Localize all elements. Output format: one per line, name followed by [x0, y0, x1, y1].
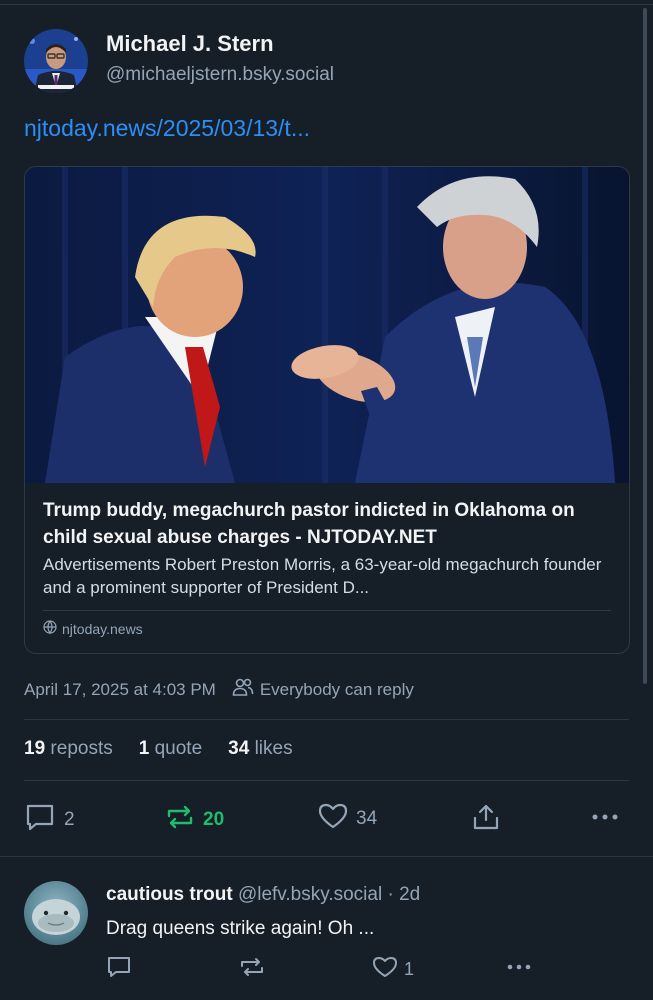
author-handle[interactable]: @michaeljstern.bsky.social [106, 64, 334, 86]
likes-count: 34 [228, 738, 250, 759]
reply-icon [24, 802, 56, 838]
link-preview-domain: njtoday.news [43, 620, 143, 637]
link-preview-domain-text: njtoday.news [62, 620, 143, 637]
post-timestamp: April 17, 2025 at 4:03 PM [24, 679, 216, 699]
top-divider [0, 4, 653, 5]
reply-author-avatar[interactable] [24, 881, 88, 945]
quotes-count: 1 [138, 738, 150, 759]
like-count: 34 [356, 808, 378, 829]
reposts-count: 19 [24, 738, 46, 759]
reply-author-handle[interactable]: @lefv.bsky.social [238, 884, 382, 905]
link-preview-title[interactable]: Trump buddy, megachurch pastor indicted … [43, 497, 613, 551]
repost-icon [165, 802, 195, 838]
like-button[interactable]: 34 [318, 802, 377, 836]
reply-text[interactable]: Drag queens strike again! Oh ... [106, 918, 374, 940]
like-icon [372, 955, 398, 984]
link-preview-description: Advertisements Robert Preston Morris, a … [43, 555, 602, 597]
more-icon [505, 955, 533, 984]
likes-label: likes [254, 738, 293, 759]
repost-icon [239, 955, 265, 984]
reply-setting[interactable]: Everybody can reply [232, 677, 414, 702]
reposts-label: reposts [50, 738, 113, 759]
reply-separator: · [387, 884, 394, 905]
reply-age[interactable]: 2d [399, 884, 420, 905]
reply-icon [106, 955, 132, 984]
likes-stat[interactable]: 34 likes [228, 738, 292, 760]
post-meta: April 17, 2025 at 4:03 PM Everybody can … [24, 677, 414, 702]
people-icon [232, 677, 254, 702]
reply-repost-button[interactable] [239, 955, 265, 984]
card-divider [43, 610, 611, 611]
post-stats: 19 reposts 1 quote 34 likes [24, 738, 293, 760]
reply-like-button[interactable]: 1 [372, 955, 414, 984]
quotes-stat[interactable]: 1 quote [139, 738, 202, 760]
reply-like-count: 1 [404, 959, 415, 979]
section-divider [0, 856, 653, 857]
quotes-label: quote [154, 738, 203, 759]
author-avatar[interactable] [24, 29, 88, 93]
like-icon [318, 802, 348, 836]
divider [24, 719, 629, 720]
reply-count: 2 [64, 809, 75, 830]
scrollbar[interactable] [643, 8, 647, 684]
more-icon [590, 802, 620, 838]
author-name[interactable]: Michael J. Stern [106, 31, 274, 57]
reply-more-options-button[interactable] [505, 955, 533, 984]
reply-reply-button[interactable] [106, 955, 132, 984]
more-options-button[interactable] [590, 802, 620, 838]
link-preview-card[interactable]: Trump buddy, megachurch pastor indicted … [24, 166, 630, 654]
globe-icon [43, 620, 57, 637]
repost-button[interactable]: 20 [165, 802, 224, 838]
reply-setting-label: Everybody can reply [259, 679, 414, 699]
reposts-stat[interactable]: 19 reposts [24, 738, 113, 760]
share-icon [471, 802, 501, 838]
divider [24, 780, 629, 781]
link-preview-image [25, 167, 629, 483]
repost-count: 20 [203, 809, 225, 830]
reply-header: cautious trout @lefv.bsky.social · 2d [106, 884, 420, 906]
reply-button[interactable]: 2 [24, 802, 75, 838]
share-button[interactable] [471, 802, 501, 838]
post-link[interactable]: njtoday.news/2025/03/13/t... [24, 115, 310, 142]
reply-author-name[interactable]: cautious trout [106, 884, 233, 905]
